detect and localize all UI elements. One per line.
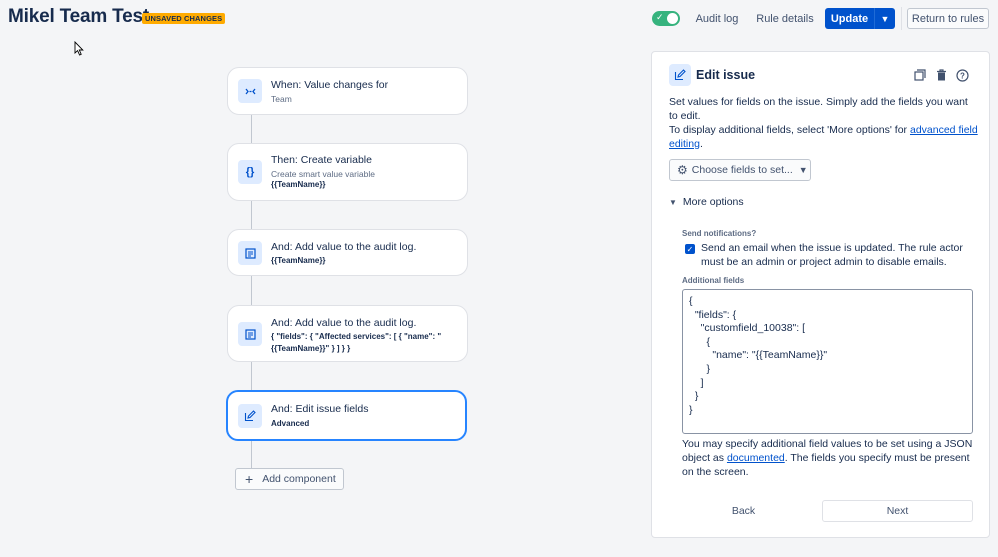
audit-log-icon bbox=[238, 241, 262, 265]
step-title: And: Add value to the audit log. bbox=[271, 317, 417, 329]
step-subtitle: Team bbox=[271, 94, 292, 104]
flow-step-audit-log[interactable]: And: Add value to the audit log. {{TeamN… bbox=[227, 229, 468, 276]
mouse-cursor-icon bbox=[74, 41, 84, 56]
flow-step-edit-issue[interactable]: And: Edit issue fields Advanced bbox=[226, 390, 467, 441]
step-title: Then: Create variable bbox=[271, 154, 372, 166]
gear-icon: ⚙ bbox=[677, 163, 688, 177]
flow-step-audit-log[interactable]: And: Add value to the audit log. { "fiel… bbox=[227, 305, 468, 362]
step-detail: { "fields": { "Affected services": [ { "… bbox=[271, 332, 442, 353]
help-icon[interactable]: ? bbox=[955, 68, 969, 82]
check-icon: ✓ bbox=[656, 12, 664, 22]
chevron-down-icon: ▼ bbox=[880, 13, 890, 24]
add-component-label: Add component bbox=[262, 473, 336, 485]
step-detail: {{TeamName}} bbox=[271, 180, 326, 189]
value-change-icon bbox=[238, 79, 262, 103]
flow-step-create-variable[interactable]: {} Then: Create variable Create smart va… bbox=[227, 143, 468, 201]
audit-log-icon bbox=[238, 322, 262, 346]
panel-description: Set values for fields on the issue. Simp… bbox=[669, 96, 978, 150]
additional-fields-textarea[interactable]: { "fields": { "customfield_10038": [ { "… bbox=[682, 289, 973, 434]
edit-icon bbox=[669, 64, 691, 86]
documented-link[interactable]: documented bbox=[727, 452, 785, 464]
delete-icon[interactable] bbox=[934, 68, 948, 82]
update-button[interactable]: Update bbox=[825, 8, 874, 29]
flow-connector bbox=[251, 115, 252, 143]
flow-connector bbox=[251, 201, 252, 229]
step-subtitle: Create smart value variable bbox=[271, 169, 375, 179]
step-title: And: Edit issue fields bbox=[271, 403, 369, 415]
send-notifications-checkbox[interactable]: ✓ bbox=[685, 244, 695, 254]
chevron-down-icon: ▼ bbox=[669, 197, 677, 207]
additional-fields-help: You may specify additional field values … bbox=[682, 438, 973, 478]
flow-connector bbox=[251, 276, 252, 305]
code-braces-icon: {} bbox=[238, 160, 262, 184]
edit-issue-panel: Edit issue ? Set values for fields on th… bbox=[651, 51, 990, 538]
send-notifications-text: Send an email when the issue is updated.… bbox=[701, 242, 963, 268]
step-title: And: Add value to the audit log. bbox=[271, 241, 417, 253]
rule-details-button[interactable]: Rule details bbox=[752, 8, 818, 29]
step-detail: Advanced bbox=[271, 419, 310, 428]
toggle-knob bbox=[667, 13, 678, 24]
flow-connector bbox=[251, 441, 252, 468]
step-title: When: Value changes for bbox=[271, 79, 389, 91]
send-notifications-label: Send notifications? bbox=[682, 229, 757, 238]
choose-fields-select[interactable]: ⚙ Choose fields to set... ▼ bbox=[669, 159, 811, 181]
return-to-rules-button[interactable]: Return to rules bbox=[907, 8, 989, 29]
rule-enabled-toggle[interactable]: ✓ bbox=[652, 11, 680, 26]
more-options-toggle[interactable]: ▼ More options bbox=[669, 196, 744, 208]
back-button[interactable]: Back bbox=[706, 500, 781, 522]
update-dropdown-button[interactable]: ▼ bbox=[874, 8, 895, 29]
add-component-button[interactable]: + Add component bbox=[235, 468, 344, 490]
unsaved-changes-badge: UNSAVED CHANGES bbox=[142, 13, 226, 24]
flow-connector bbox=[251, 362, 252, 391]
header-divider bbox=[901, 7, 902, 30]
panel-title: Edit issue bbox=[696, 68, 756, 82]
audit-log-button[interactable]: Audit log bbox=[690, 8, 744, 29]
flow-step-trigger[interactable]: When: Value changes for Team bbox=[227, 67, 468, 115]
additional-fields-label: Additional fields bbox=[682, 276, 745, 285]
rule-title[interactable]: Mikel Team Test bbox=[8, 6, 149, 28]
next-button[interactable]: Next bbox=[822, 500, 973, 522]
edit-icon bbox=[238, 404, 262, 428]
svg-text:?: ? bbox=[960, 71, 965, 80]
plus-icon: + bbox=[245, 471, 254, 487]
header: Mikel Team Test UNSAVED CHANGES ✓ Audit … bbox=[0, 0, 998, 38]
duplicate-icon[interactable] bbox=[913, 68, 927, 82]
step-detail: {{TeamName}} bbox=[271, 256, 326, 265]
chevron-down-icon: ▼ bbox=[798, 165, 808, 175]
